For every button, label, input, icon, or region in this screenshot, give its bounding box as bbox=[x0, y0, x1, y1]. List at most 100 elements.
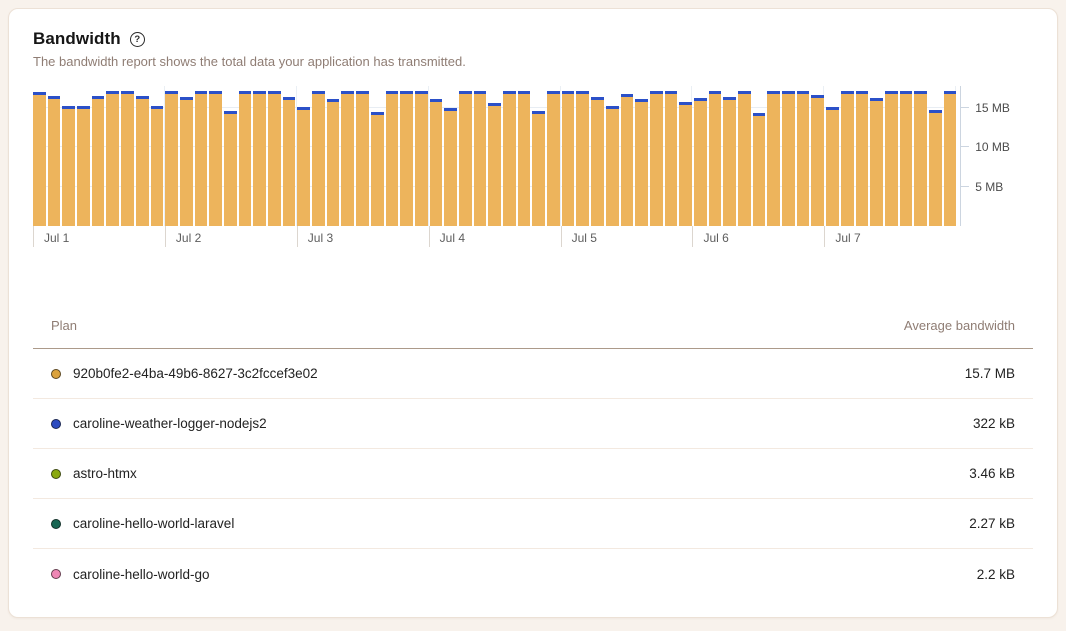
x-axis-label: Jul 4 bbox=[429, 226, 561, 247]
bar-segment-orange bbox=[106, 94, 119, 226]
bar-segment-orange bbox=[591, 100, 604, 226]
bar-segment-orange bbox=[944, 94, 957, 226]
bar-segment-orange bbox=[709, 94, 722, 226]
stacked-bar bbox=[665, 91, 678, 226]
card-header: Bandwidth ? bbox=[33, 29, 1033, 49]
bar-segment-orange bbox=[444, 111, 457, 226]
card-subtitle: The bandwidth report shows the total dat… bbox=[33, 54, 1033, 69]
stacked-bar bbox=[253, 91, 266, 226]
bar-segment-orange bbox=[386, 94, 399, 226]
bar-segment-orange bbox=[297, 110, 310, 226]
stacked-bar bbox=[841, 91, 854, 226]
bar-segment-orange bbox=[621, 97, 634, 226]
x-axis-label: Jul 1 bbox=[33, 226, 165, 247]
table-header: Plan Average bandwidth bbox=[33, 312, 1033, 349]
stacked-bar bbox=[518, 91, 531, 226]
bar-segment-orange bbox=[400, 94, 413, 226]
stacked-bar bbox=[356, 91, 369, 226]
bar-segment-orange bbox=[224, 114, 237, 226]
bar-segment-orange bbox=[165, 94, 178, 226]
stacked-bar bbox=[415, 91, 428, 226]
stacked-bar bbox=[753, 113, 766, 226]
bar-segment-orange bbox=[474, 94, 487, 226]
bar-segment-orange bbox=[811, 98, 824, 226]
plan-cell: astro-htmx bbox=[51, 466, 137, 481]
stacked-bar bbox=[650, 91, 663, 226]
plan-table: Plan Average bandwidth 920b0fe2-e4ba-49b… bbox=[33, 312, 1033, 599]
plan-name: 920b0fe2-e4ba-49b6-8627-3c2fccef3e02 bbox=[73, 366, 318, 381]
stacked-bar bbox=[195, 91, 208, 226]
stacked-bar bbox=[77, 106, 90, 226]
average-bandwidth-value: 2.2 kB bbox=[977, 567, 1015, 582]
plan-name: caroline-hello-world-laravel bbox=[73, 516, 234, 531]
bar-segment-orange bbox=[856, 94, 869, 226]
bar-segment-orange bbox=[92, 99, 105, 226]
stacked-bar bbox=[738, 91, 751, 226]
plan-cell: caroline-hello-world-go bbox=[51, 567, 210, 582]
stacked-bar bbox=[723, 97, 736, 226]
y-axis-tick bbox=[961, 186, 969, 187]
average-bandwidth-value: 15.7 MB bbox=[965, 366, 1015, 381]
bar-segment-orange bbox=[635, 102, 648, 226]
bar-segment-orange bbox=[929, 113, 942, 226]
bar-segment-orange bbox=[900, 94, 913, 226]
help-icon[interactable]: ? bbox=[130, 32, 145, 47]
column-header-average-bandwidth: Average bandwidth bbox=[904, 318, 1015, 333]
bar-segment-orange bbox=[136, 99, 149, 226]
y-axis-label: 10 MB bbox=[975, 140, 1010, 154]
stacked-bar bbox=[297, 107, 310, 226]
stacked-bar bbox=[151, 106, 164, 226]
x-axis-label: Jul 6 bbox=[692, 226, 824, 247]
bar-segment-orange bbox=[606, 109, 619, 226]
bar-segment-orange bbox=[209, 94, 222, 226]
table-body: 920b0fe2-e4ba-49b6-8627-3c2fccef3e02 15.7… bbox=[33, 349, 1033, 599]
bar-segment-orange bbox=[767, 94, 780, 226]
bar-segment-orange bbox=[797, 94, 810, 226]
stacked-bar bbox=[635, 99, 648, 226]
stacked-bar bbox=[430, 99, 443, 226]
stacked-bar bbox=[488, 103, 501, 226]
stacked-bar bbox=[944, 91, 957, 226]
bar-segment-orange bbox=[532, 114, 545, 226]
bar-segment-orange bbox=[268, 94, 281, 226]
table-row: 920b0fe2-e4ba-49b6-8627-3c2fccef3e02 15.7… bbox=[33, 349, 1033, 399]
bar-segment-orange bbox=[151, 109, 164, 226]
x-axis-label: Jul 3 bbox=[297, 226, 429, 247]
bar-segment-orange bbox=[753, 116, 766, 226]
plan-name: caroline-hello-world-go bbox=[73, 567, 210, 582]
stacked-bar bbox=[826, 107, 839, 226]
bar-segment-orange bbox=[239, 94, 252, 226]
plan-cell: caroline-hello-world-laravel bbox=[51, 516, 234, 531]
stacked-bar bbox=[885, 91, 898, 226]
average-bandwidth-value: 3.46 kB bbox=[969, 466, 1015, 481]
stacked-bar bbox=[811, 95, 824, 226]
stacked-bar bbox=[121, 91, 134, 226]
stacked-bar bbox=[400, 91, 413, 226]
stacked-bar bbox=[782, 91, 795, 226]
stacked-bar bbox=[870, 98, 883, 226]
page-title: Bandwidth bbox=[33, 29, 121, 49]
average-bandwidth-value: 322 kB bbox=[973, 416, 1015, 431]
stacked-bar bbox=[283, 97, 296, 226]
y-axis-tick bbox=[961, 146, 969, 147]
stacked-bar bbox=[503, 91, 516, 226]
table-row: caroline-hello-world-go 2.2 kB bbox=[33, 549, 1033, 599]
stacked-bar bbox=[547, 91, 560, 226]
bar-segment-orange bbox=[430, 102, 443, 226]
stacked-bar bbox=[856, 91, 869, 226]
stacked-bar bbox=[709, 91, 722, 226]
bar-segment-orange bbox=[283, 100, 296, 226]
stacked-bar bbox=[562, 91, 575, 226]
plan-color-dot bbox=[51, 369, 61, 379]
bar-segment-orange bbox=[33, 95, 46, 227]
bar-segment-orange bbox=[885, 94, 898, 226]
bar-segment-orange bbox=[459, 94, 472, 226]
stacked-bar bbox=[106, 91, 119, 226]
plan-color-dot bbox=[51, 419, 61, 429]
bar-segment-orange bbox=[327, 102, 340, 226]
bar-segment-orange bbox=[253, 94, 266, 226]
stacked-bar bbox=[444, 108, 457, 226]
stacked-bar bbox=[180, 97, 193, 226]
chart-x-axis: Jul 1Jul 2Jul 3Jul 4Jul 5Jul 6Jul 7 bbox=[33, 226, 956, 249]
bar-segment-orange bbox=[562, 94, 575, 226]
